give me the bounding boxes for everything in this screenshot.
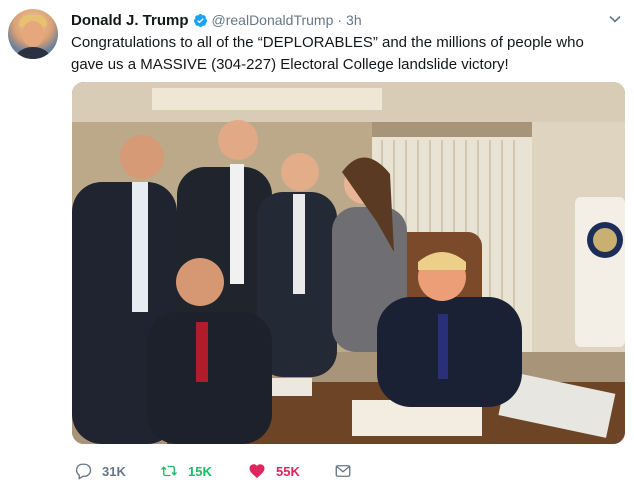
reply-icon <box>75 463 92 480</box>
timestamp[interactable]: 3h <box>346 12 362 28</box>
reply-button[interactable]: 31K <box>74 459 126 483</box>
mail-icon <box>335 465 351 477</box>
author-handle[interactable]: @realDonaldTrump <box>212 12 334 28</box>
retweet-count: 15K <box>188 463 212 479</box>
tweet[interactable]: Donald J. Trump @realDonaldTrump · 3h Co… <box>0 0 634 493</box>
tweet-header: Donald J. Trump @realDonaldTrump · 3h <box>71 10 362 30</box>
photo-illustration <box>72 82 625 444</box>
tweet-actions: 31K 15K 55K <box>72 459 372 483</box>
attached-photo[interactable] <box>72 82 625 444</box>
chevron-down-icon[interactable] <box>608 12 622 26</box>
retweet-icon <box>161 465 177 477</box>
heart-icon <box>249 464 265 479</box>
reply-count: 31K <box>102 463 126 479</box>
tweet-text: Congratulations to all of the “DEPLORABL… <box>71 32 619 76</box>
avatar-suit <box>12 47 54 59</box>
like-count: 55K <box>276 463 300 479</box>
tweet-text-line-2: gave us a MASSIVE (304-227) Electoral Co… <box>71 56 509 73</box>
avatar-face <box>22 21 44 47</box>
verified-badge-icon <box>193 13 208 28</box>
author-name[interactable]: Donald J. Trump <box>71 12 189 29</box>
retweet-button[interactable]: 15K <box>160 459 212 483</box>
tweet-text-line-1: Congratulations to all of the “DEPLORABL… <box>71 34 584 51</box>
direct-message-button[interactable] <box>334 459 352 483</box>
avatar[interactable] <box>8 9 58 59</box>
separator-dot: · <box>337 12 343 28</box>
like-button[interactable]: 55K <box>248 459 300 483</box>
